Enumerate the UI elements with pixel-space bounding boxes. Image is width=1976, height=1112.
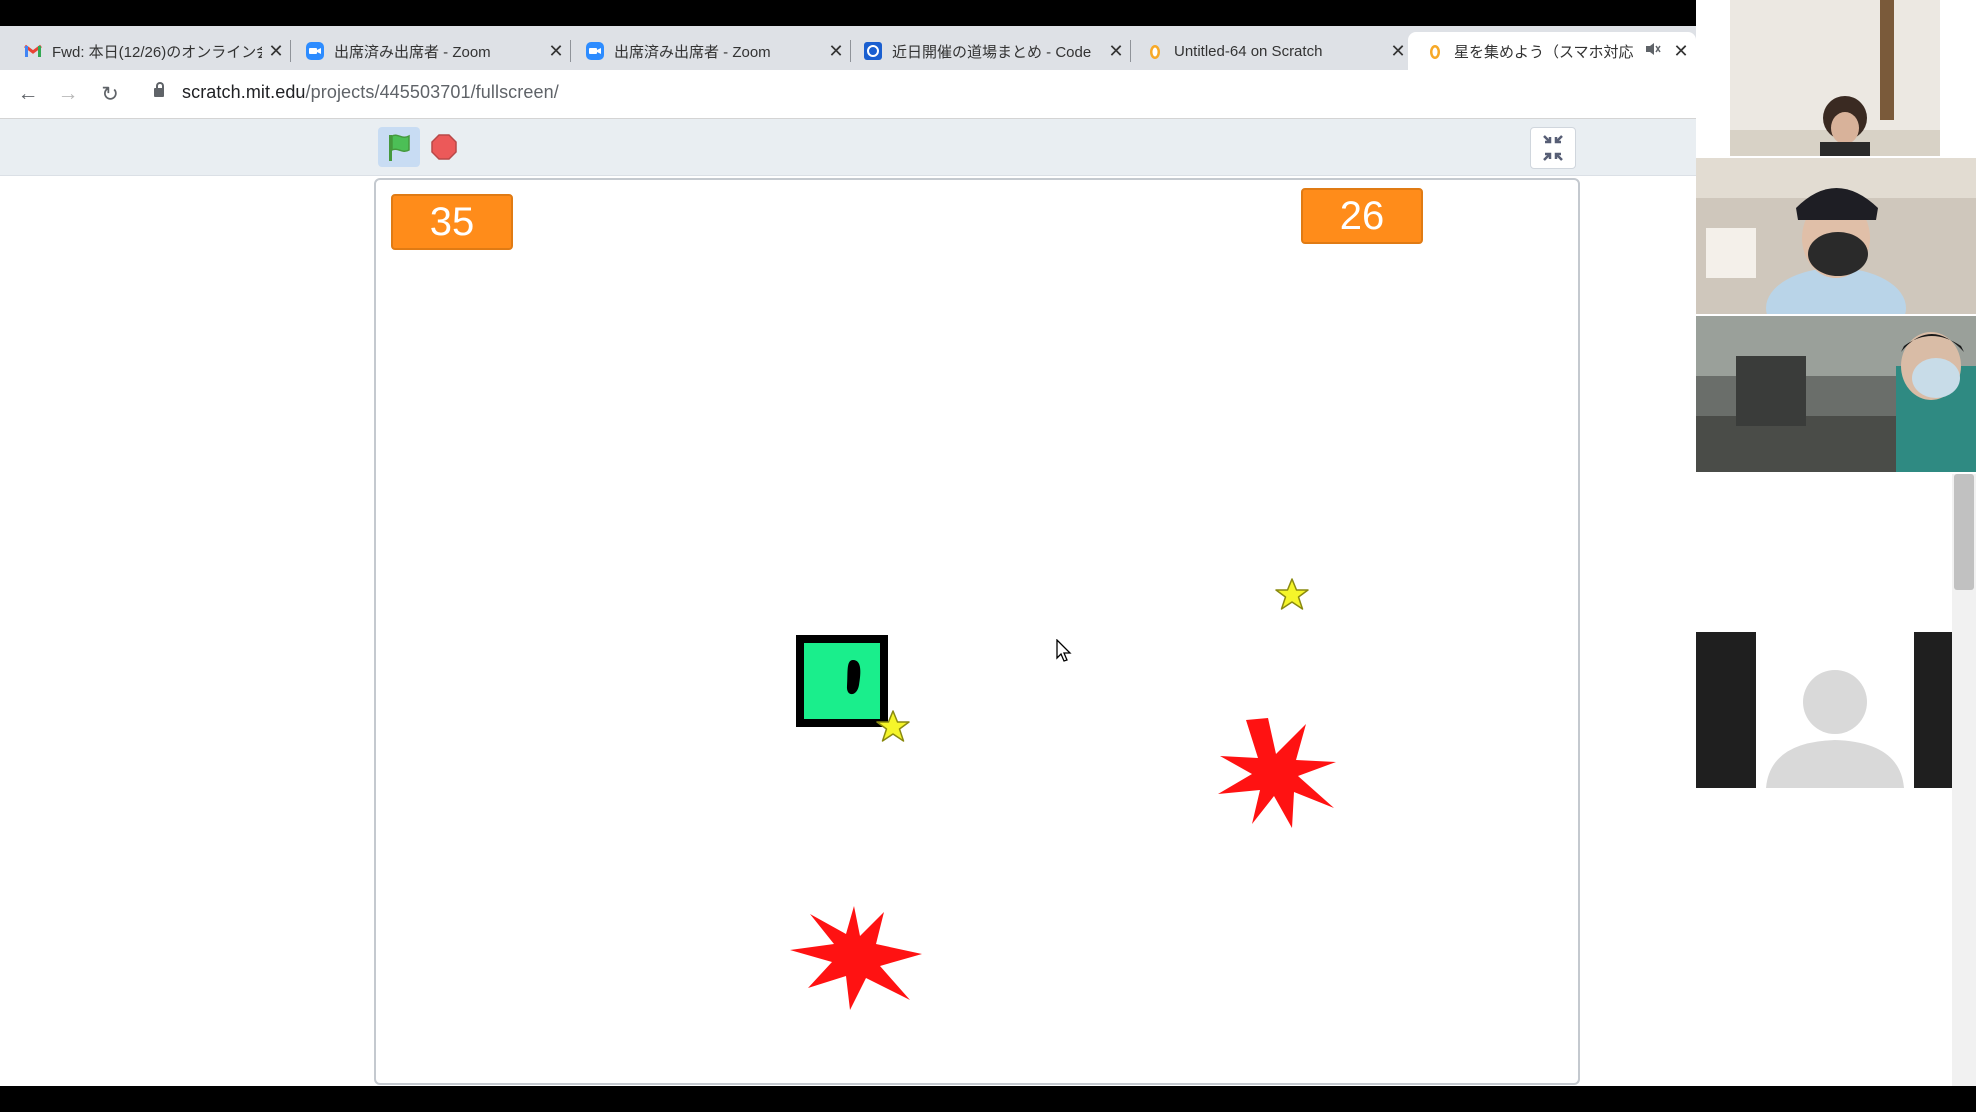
tab-star-game[interactable]: 星を集めよう（スマホ対応 ✕ (1408, 32, 1696, 70)
zoom-icon (306, 42, 324, 60)
stop-button[interactable] (424, 127, 464, 167)
browser-window: Fwd: 本日(12/26)のオンライン会 ✕ 出席済み出席者 - Zoom ✕… (0, 26, 1696, 1086)
exit-fullscreen-button[interactable] (1530, 127, 1576, 169)
forward-button[interactable]: → (54, 80, 82, 108)
mouse-cursor-icon (1056, 639, 1072, 662)
tab-label: 出席済み出席者 - Zoom (614, 43, 771, 61)
screen-top-bar (0, 0, 1976, 26)
panel-scrollbar-thumb[interactable] (1954, 474, 1974, 590)
shrink-icon (1543, 135, 1563, 161)
url-path: /projects/445503701/fullscreen/ (305, 82, 559, 102)
participant-video-4[interactable] (1696, 632, 1976, 788)
tab-gmail[interactable]: Fwd: 本日(12/26)のオンライン会 ✕ (0, 32, 290, 70)
participant-video-1[interactable] (1730, 0, 1940, 156)
tab-zoom-2[interactable]: 出席済み出席者 - Zoom ✕ (562, 32, 850, 70)
green-flag-icon (389, 134, 410, 161)
green-flag-button[interactable] (378, 127, 420, 167)
gmail-icon (24, 42, 42, 60)
address-toolbar: ← → ↻ scratch.mit.edu/projects/445503701… (0, 70, 1696, 119)
participant-video-3[interactable] (1696, 316, 1976, 472)
participant-video-2[interactable] (1696, 158, 1976, 314)
avatar (1756, 632, 1914, 788)
tab-label: Untitled-64 on Scratch (1174, 42, 1323, 60)
tab-label: 近日開催の道場まとめ - Code (892, 43, 1092, 61)
default-avatar-icon (1766, 670, 1904, 788)
tab-label: 星を集めよう（スマホ対応 (1454, 43, 1634, 61)
zoom-participant-panel (1696, 0, 1976, 1112)
participant-video-image (1696, 158, 1976, 314)
tab-coderdojo[interactable]: 近日開催の道場まとめ - Code ✕ (840, 32, 1130, 70)
star-sprite (876, 710, 910, 742)
scratch-icon (1146, 42, 1164, 60)
tab-label: 出席済み出席者 - Zoom (334, 43, 491, 61)
lock-icon (154, 82, 164, 97)
scratch-stage[interactable]: 35 26 (374, 178, 1580, 1085)
participant-video-image (1730, 0, 1940, 156)
back-button[interactable]: ← (14, 80, 42, 108)
scratch-icon (1426, 42, 1444, 60)
speaker-muted-icon[interactable] (1639, 42, 1667, 60)
tab-label: Fwd: 本日(12/26)のオンライン会 (52, 43, 262, 61)
enemy-splat-sprite (1218, 718, 1336, 828)
participant-video-image (1696, 316, 1976, 472)
tab-strip: Fwd: 本日(12/26)のオンライン会 ✕ 出席済み出席者 - Zoom ✕… (0, 26, 1696, 70)
reload-button[interactable]: ↻ (96, 80, 124, 108)
zoom-icon (586, 42, 604, 60)
left-variable-monitor: 35 (391, 194, 513, 250)
url-host: scratch.mit.edu (182, 82, 306, 102)
scratch-controls-bar (0, 119, 1696, 176)
stop-sign-icon (431, 134, 457, 160)
address-bar[interactable]: scratch.mit.edu/projects/445503701/fulls… (182, 82, 559, 103)
tab-close-button[interactable]: ✕ (1667, 41, 1695, 62)
screen-bottom-bar (0, 1086, 1976, 1112)
coderdojo-icon (864, 42, 882, 60)
tab-untitled-scratch[interactable]: Untitled-64 on Scratch ✕ (1122, 32, 1412, 70)
enemy-splat-sprite (790, 906, 922, 1010)
right-variable-monitor: 26 (1301, 188, 1423, 244)
star-sprite (1275, 578, 1309, 610)
tab-zoom-1[interactable]: 出席済み出席者 - Zoom ✕ (282, 32, 570, 70)
